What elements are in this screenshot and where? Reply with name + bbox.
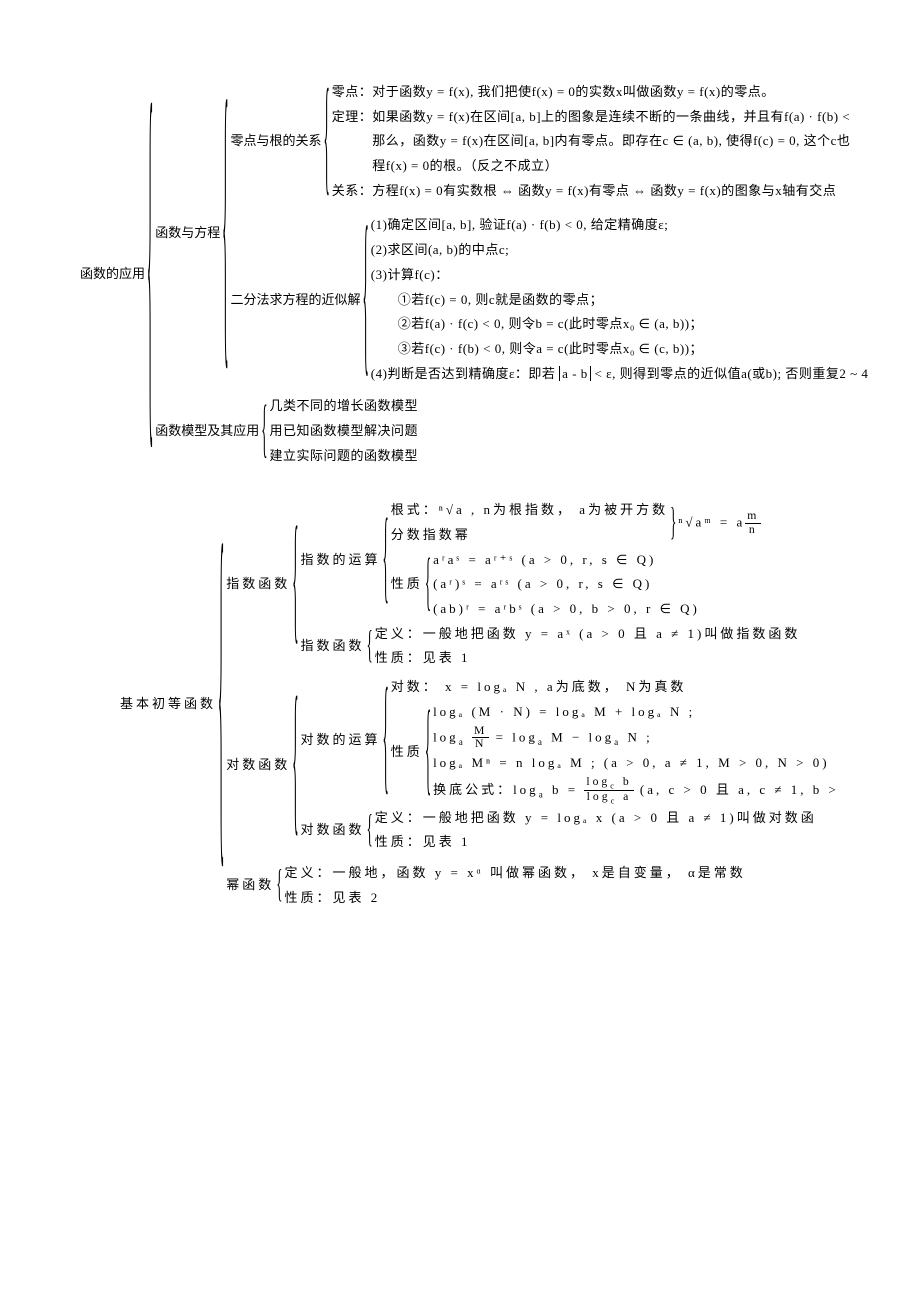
text-line: ③若f(c) · f(b) < 0, 则令a = c(此时零点x₀ ∈ (c, … <box>371 337 869 362</box>
text-line: ②若f(a) · f(c) < 0, 则令b = c(此时零点x₀ ∈ (a, … <box>371 312 869 337</box>
text-line: aʳaˢ = aʳ⁺ˢ (a > 0, r, s ∈ Q) <box>433 548 700 573</box>
brace-icon: { <box>425 523 431 646</box>
document-page: 函数的应用 { 函数与方程 { 零点与根的关系 { 零点：对于函数y = f(x… <box>0 0 920 910</box>
branch-equations: 函数与方程 { 零点与根的关系 { 零点：对于函数y = f(x), 我们把使f… <box>155 80 868 386</box>
close-brace-icon: } <box>670 486 676 560</box>
brace-icon: { <box>292 605 298 926</box>
label-bisection: 二分法求方程的近似解 <box>231 288 361 313</box>
text-line: ①若f(c) = 0, 则c就是函数的零点； <box>371 288 869 313</box>
brace-icon: { <box>367 609 373 683</box>
branch-exp-rules: 性质 { aʳaˢ = aʳ⁺ˢ (a > 0, r, s ∈ Q) (aʳ)ˢ… <box>391 548 762 622</box>
text-line: 定义：一般地把函数 y = logₐ x (a > 0 且 a ≠ 1)叫做对数… <box>375 806 817 831</box>
label-exp-fn: 指数函数 <box>301 634 365 659</box>
label-logarithm: 对数函数 <box>226 753 290 778</box>
label-log-ops: 对数的运算 <box>301 728 381 753</box>
text-line: loga MN = loga M − loga N ; <box>433 725 839 752</box>
text-line: 定义：一般地把函数 y = aˣ (a > 0 且 a ≠ 1)叫做指数函数 <box>375 622 801 647</box>
brace-icon: { <box>147 0 153 669</box>
text-line: 对数： x = logₐ N , a为底数， N为真数 <box>391 675 839 700</box>
text-line: 几类不同的增长函数模型 <box>270 394 419 419</box>
label-models: 函数模型及其应用 <box>155 419 259 444</box>
fraction-num: m <box>745 510 761 524</box>
text-line: (ab)ʳ = aʳbˢ (a > 0, b > 0, r ∈ Q) <box>433 597 700 622</box>
root-label-applications: 函数的应用 <box>80 262 145 287</box>
brace-icon: { <box>367 793 373 867</box>
fraction-den: n <box>745 524 761 537</box>
branch-exp-fn: 指数函数 { 定义：一般地把函数 y = aˣ (a > 0 且 a ≠ 1)叫… <box>301 622 801 671</box>
branch-exponential: 指数函数 { 指数的运算 { 根式：ⁿ√a , n为根指数， a为被开方数 分数… <box>226 498 839 671</box>
text-line: 定义：一般地，函数 y = xᵅ 叫做幂函数， x是自变量， α是常数 <box>285 861 746 886</box>
label-log-fn: 对数函数 <box>301 818 365 843</box>
text-line: (1)确定区间[a, b], 验证f(a) · f(b) < 0, 给定精确度ε… <box>371 213 869 238</box>
fraction: MN <box>472 725 489 752</box>
text-line: 性质：见表 1 <box>375 646 801 671</box>
fraction: logc blogc a <box>584 776 633 806</box>
label-exponential: 指数函数 <box>226 572 290 597</box>
section-applications: 函数的应用 { 函数与方程 { 零点与根的关系 { 零点：对于函数y = f(x… <box>80 80 920 468</box>
fraction: mn <box>745 510 761 537</box>
radical-eq: ⁿ√aᵐ = a <box>678 514 745 529</box>
label-properties: 性质 <box>391 740 423 765</box>
text-line: 换底公式：loga b = logc blogc a (a, c > 0 且 a… <box>433 776 839 806</box>
brace-icon: { <box>276 849 282 923</box>
text-line: 那么，函数y = f(x)在区间[a, b]内有零点。即存在c ∈ (a, b)… <box>332 129 851 154</box>
abs-notation: a - b <box>559 366 591 381</box>
brace-icon: { <box>425 654 431 852</box>
text-line: ⁿ√aᵐ = amn <box>678 510 761 537</box>
brace-icon: { <box>363 127 369 473</box>
branch-log-ops: 对数的运算 { 对数： x = logₐ N , a为底数， N为真数 性质 {… <box>301 675 839 805</box>
branch-exp-ops: 指数的运算 { 根式：ⁿ√a , n为根指数， a为被开方数 分数指数幂 } ⁿ… <box>301 498 801 621</box>
text-line: (3)计算f(c)： <box>371 263 869 288</box>
text-line: 定理：如果函数y = f(x)在区间[a, b]上的图象是连续不断的一条曲线，并… <box>332 105 851 130</box>
branch-radical: 根式：ⁿ√a , n为根指数， a为被开方数 分数指数幂 } ⁿ√aᵐ = am… <box>391 498 762 547</box>
branch-power: 幂函数 { 定义：一般地，函数 y = xᵅ 叫做幂函数， x是自变量， α是常… <box>226 861 839 910</box>
text-line: logₐ Mⁿ = n logₐ M ; (a > 0, a ≠ 1, M > … <box>433 751 839 776</box>
text-line: 分数指数幂 <box>391 523 668 548</box>
text-line: 性质：见表 1 <box>375 830 817 855</box>
label-exp-ops: 指数的运算 <box>301 548 381 573</box>
fraction-num: M <box>472 725 489 739</box>
text-line: (2)求区间(a, b)的中点c; <box>371 238 869 263</box>
text-line: (4)判断是否达到精确度ε：即若 a - b < ε, 则得到零点的近似值a(或… <box>371 362 869 387</box>
label-equations: 函数与方程 <box>155 221 220 246</box>
label-zeros: 零点与根的关系 <box>231 129 322 154</box>
brace-icon: { <box>261 370 267 493</box>
label-power: 幂函数 <box>226 873 274 898</box>
section-elementary: 基本初等函数 { 指数函数 { 指数的运算 { 根式：ⁿ√a , n为根指数， … <box>80 498 920 910</box>
branch-log-fn: 对数函数 { 定义：一般地把函数 y = logₐ x (a > 0 且 a ≠… <box>301 806 839 855</box>
label-properties: 性质 <box>391 572 423 597</box>
branch-log-rules: 性质 { logₐ (M · N) = logₐ M + logₐ N ; lo… <box>391 700 839 806</box>
text-line: logₐ (M · N) = logₐ M + logₐ N ; <box>433 700 839 725</box>
branch-logarithm: 对数函数 { 对数的运算 { 对数： x = logₐ N , a为底数， N为… <box>226 675 839 855</box>
text-line: 零点：对于函数y = f(x), 我们把使f(x) = 0的实数x叫做函数y =… <box>332 80 851 105</box>
text-line: (aʳ)ˢ = aʳˢ (a > 0, r, s ∈ Q) <box>433 572 700 597</box>
brace-icon: { <box>324 18 330 265</box>
brace-icon: { <box>383 617 389 864</box>
text-line: 关系：方程f(x) = 0有实数根 ⇔ 函数y = f(x)有零点 ⇔ 函数y … <box>332 179 851 204</box>
branch-zeros: 零点与根的关系 { 零点：对于函数y = f(x), 我们把使f(x) = 0的… <box>231 80 869 203</box>
branch-models: 函数模型及其应用 { 几类不同的增长函数模型 用已知函数模型解决问题 建立实际问… <box>155 394 868 468</box>
text-line: 程f(x) = 0的根。（反之不成立） <box>332 154 851 179</box>
fraction-num: logc b <box>584 776 633 791</box>
text-line: 用已知函数模型解决问题 <box>270 419 419 444</box>
text-line: 性质：见表 2 <box>285 886 746 911</box>
text-line: 根式：ⁿ√a , n为根指数， a为被开方数 <box>391 498 668 523</box>
fraction-den: logc a <box>584 791 633 805</box>
root-label-elementary: 基本初等函数 <box>120 692 216 717</box>
brace-icon: { <box>218 334 224 1075</box>
fraction-den: N <box>472 738 489 751</box>
